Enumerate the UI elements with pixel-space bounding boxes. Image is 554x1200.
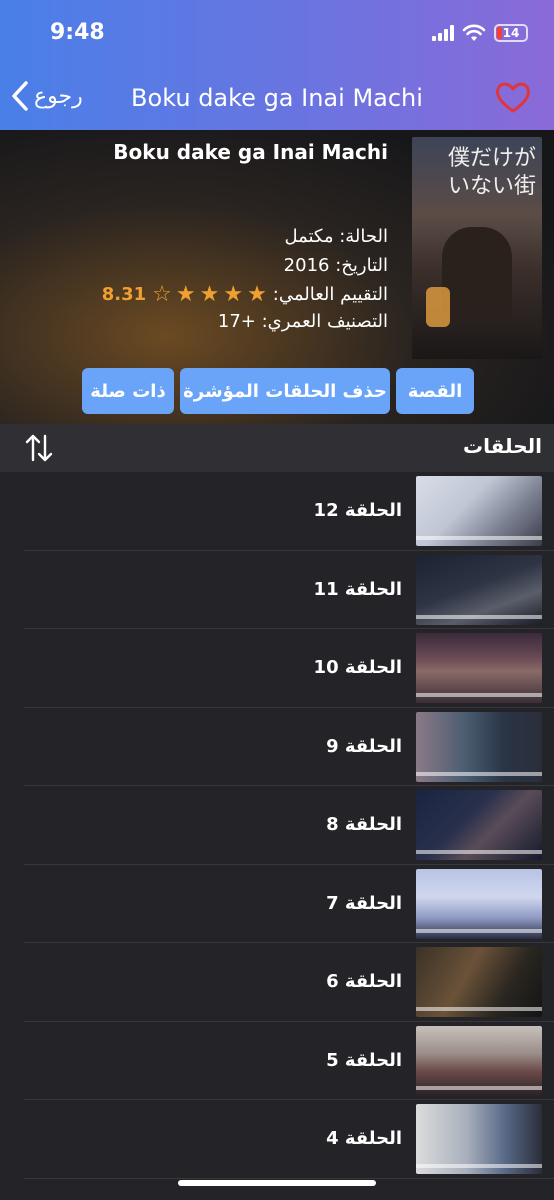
date-line: التاريخ: 2016 xyxy=(283,255,388,276)
episode-thumbnail xyxy=(416,711,542,782)
related-button[interactable]: ذات صلة xyxy=(82,368,174,414)
episode-row[interactable]: الحلقة 9 xyxy=(24,708,554,786)
anime-title: Boku dake ga Inai Machi xyxy=(113,140,388,164)
status-icons: 14 xyxy=(432,24,528,42)
episode-label: الحلقة 4 xyxy=(326,1128,402,1149)
episode-label: الحلقة 7 xyxy=(326,892,402,914)
episode-thumbnail xyxy=(416,1104,542,1174)
battery-level: 14 xyxy=(502,26,520,40)
poster-title: 僕だけが いない街 xyxy=(447,146,536,199)
rating-stars: ☆ ★ ★ ★ ★ xyxy=(152,282,267,307)
status-time: 9:48 xyxy=(50,20,105,45)
episode-thumbnail xyxy=(416,947,542,1017)
star-filled-icon: ★ xyxy=(175,282,196,307)
story-button[interactable]: القصة xyxy=(396,368,474,414)
top-bar: 9:48 14 رجوع Boku dake ga Inai Machi xyxy=(0,0,554,130)
wifi-icon xyxy=(462,24,486,41)
episode-label: الحلقة 9 xyxy=(326,735,402,757)
episode-row[interactable]: الحلقة 11 xyxy=(24,551,554,629)
home-indicator xyxy=(178,1180,376,1186)
episode-thumbnail xyxy=(416,790,542,860)
episode-label: الحلقة 12 xyxy=(313,500,402,521)
episodes-title: الحلقات xyxy=(463,434,542,458)
episode-row[interactable]: الحلقة 8 xyxy=(24,786,554,865)
episode-thumbnail xyxy=(416,1025,542,1096)
rating-line: التقييم العالمي: ☆ ★ ★ ★ ★ 8.31 xyxy=(102,282,388,307)
episode-row[interactable]: الحلقة 12 xyxy=(24,472,554,551)
signal-icon xyxy=(432,25,454,41)
status-line: الحالة: مكتمل xyxy=(284,226,388,247)
episode-row[interactable]: الحلقة 5 xyxy=(24,1022,554,1100)
anime-poster: 僕だけが いない街 xyxy=(412,137,542,359)
episode-list: الحلقة 12 الحلقة 11 الحلقة 10 الحلقة 9 ا… xyxy=(0,472,554,1179)
star-empty-icon: ☆ xyxy=(152,282,172,307)
battery-icon: 14 xyxy=(494,24,528,42)
episode-thumbnail xyxy=(416,633,542,703)
age-rating-line: التصنيف العمري: +17 xyxy=(217,311,388,332)
episode-label: الحلقة 10 xyxy=(313,657,402,678)
episode-row[interactable]: الحلقة 4 xyxy=(24,1100,554,1179)
star-filled-icon: ★ xyxy=(223,282,244,307)
episode-label: الحلقة 8 xyxy=(326,814,402,835)
episode-thumbnail xyxy=(416,868,542,939)
star-filled-icon: ★ xyxy=(199,282,220,307)
episode-thumbnail xyxy=(416,476,542,546)
episode-row[interactable]: الحلقة 7 xyxy=(24,865,554,943)
sort-icon[interactable] xyxy=(24,432,54,464)
episodes-header: الحلقات xyxy=(0,424,554,472)
delete-marked-episodes-button[interactable]: حذف الحلقات المؤشرة xyxy=(180,368,390,414)
episode-thumbnail xyxy=(416,554,542,625)
star-filled-icon: ★ xyxy=(247,282,267,307)
heart-icon[interactable] xyxy=(494,78,532,116)
rating-label: التقييم العالمي: xyxy=(272,284,388,305)
episode-label: الحلقة 11 xyxy=(313,578,402,600)
episode-row[interactable]: الحلقة 10 xyxy=(24,629,554,708)
episode-label: الحلقة 6 xyxy=(326,971,402,992)
episode-row[interactable]: الحلقة 6 xyxy=(24,943,554,1022)
episode-label: الحلقة 5 xyxy=(326,1049,402,1071)
rating-value: 8.31 xyxy=(101,284,147,305)
nav-title: Boku dake ga Inai Machi xyxy=(131,84,423,112)
